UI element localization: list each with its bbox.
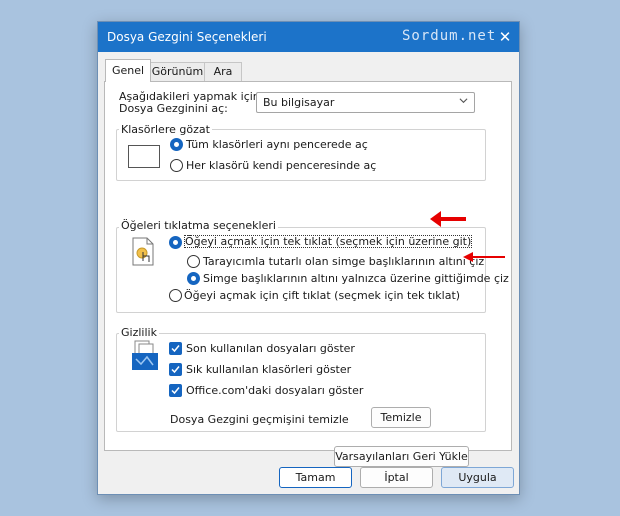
browse-own-window-radio[interactable] [170, 159, 183, 172]
frequent-folders-checkbox[interactable] [169, 363, 182, 376]
privacy-icon [132, 340, 158, 370]
tab-label: Ara [213, 65, 233, 78]
double-click-label: Öğeyi açmak için çift tıklat (seçmek içi… [184, 289, 461, 302]
window-title: Dosya Gezgini Seçenekleri [107, 30, 267, 44]
tab-general[interactable]: Genel [105, 59, 151, 82]
open-location-value: Bu bilgisayar [263, 96, 335, 109]
watermark: Sordum.net [402, 28, 497, 44]
clear-history-label: Dosya Gezgini geçmişini temizle [170, 413, 349, 426]
tab-search[interactable]: Ara [204, 62, 242, 81]
browse-folders-group [116, 129, 486, 181]
underline-browser-label: Tarayıcımla tutarlı olan simge başlıklar… [203, 255, 485, 268]
restore-defaults-button[interactable]: Varsayılanları Geri Yükle [334, 446, 469, 467]
arrow-left-icon [430, 211, 466, 227]
underline-hover-radio[interactable] [187, 272, 200, 285]
chevron-down-icon [459, 98, 468, 104]
browse-folders-title: Klasörlere gözat [119, 123, 212, 136]
tab-label: Görünüm [151, 65, 204, 78]
recent-files-checkbox[interactable] [169, 342, 182, 355]
underline-hover-label: Simge başlıklarının altını yalnızca üzer… [203, 272, 509, 285]
apply-button[interactable]: Uygula [441, 467, 514, 488]
double-click-radio[interactable] [169, 289, 182, 302]
browse-own-window-label: Her klasörü kendi penceresinde aç [186, 159, 377, 172]
open-label-line2: Dosya Gezginini aç: [119, 102, 228, 115]
privacy-title: Gizlilik [119, 326, 159, 339]
frequent-folders-label: Sık kullanılan klasörleri göster [186, 363, 352, 376]
office-files-label: Office.com'daki dosyaları göster [186, 384, 364, 397]
folder-options-dialog: Dosya Gezgini Seçenekleri Sordum.net ✕ G… [97, 21, 520, 495]
tab-view[interactable]: Görünüm [150, 62, 205, 81]
close-icon[interactable]: ✕ [494, 26, 516, 48]
tab-label: Genel [111, 64, 145, 77]
click-items-title: Öğeleri tıklatma seçenekleri [119, 219, 278, 232]
single-click-radio[interactable] [169, 236, 182, 249]
window-preview-icon [128, 145, 160, 168]
click-hand-icon [132, 237, 154, 266]
arrow-left-icon [463, 252, 505, 262]
browse-same-window-label: Tüm klasörleri aynı pencerede aç [186, 138, 368, 151]
cancel-button[interactable]: İptal [360, 467, 433, 488]
title-bar: Dosya Gezgini Seçenekleri Sordum.net ✕ [98, 22, 519, 52]
office-files-checkbox[interactable] [169, 384, 182, 397]
ok-button[interactable]: Tamam [279, 467, 352, 488]
browse-same-window-radio[interactable] [170, 138, 183, 151]
recent-files-label: Son kullanılan dosyaları göster [186, 342, 355, 355]
open-location-dropdown[interactable]: Bu bilgisayar [256, 92, 475, 113]
underline-browser-radio[interactable] [187, 255, 200, 268]
single-click-label: Öğeyi açmak için tek tıklat (seçmek için… [184, 235, 473, 248]
clear-history-button[interactable]: Temizle [371, 407, 431, 428]
general-tab-panel: Aşağıdakileri yapmak için Dosya Gezginin… [104, 81, 512, 467]
